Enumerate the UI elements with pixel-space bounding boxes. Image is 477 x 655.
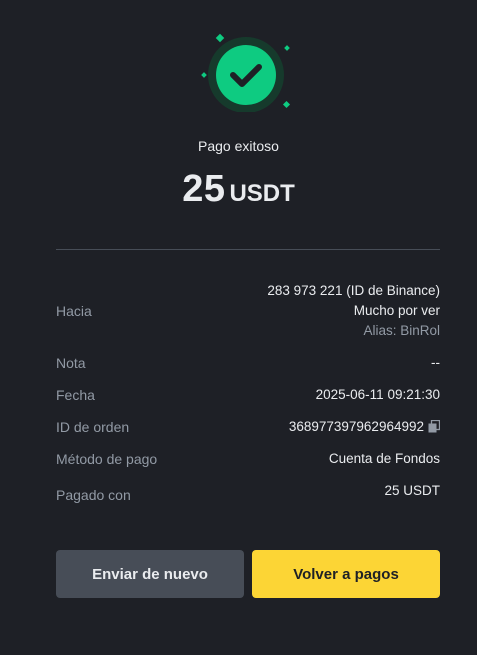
to-alias: Alias: BinRol bbox=[363, 323, 440, 338]
payment-method-value: Cuenta de Fondos bbox=[328, 451, 440, 466]
note-value: -- bbox=[431, 355, 440, 370]
payment-method-label: Método de pago bbox=[56, 451, 158, 467]
order-id-label: ID de orden bbox=[56, 419, 130, 435]
order-id-row: 368977397962964992 bbox=[289, 419, 440, 434]
to-name: Mucho por ver bbox=[353, 303, 440, 318]
success-check-icon bbox=[201, 33, 291, 112]
date-label: Fecha bbox=[56, 387, 95, 403]
to-label: Hacia bbox=[56, 303, 92, 319]
paid-with-label: Pagado con bbox=[56, 487, 131, 503]
divider bbox=[56, 249, 440, 250]
amount-value: 25 bbox=[182, 168, 226, 210]
paid-with-value: 25 USDT bbox=[384, 483, 440, 498]
note-label: Nota bbox=[56, 355, 86, 371]
status-title: Pago exitoso bbox=[198, 138, 279, 154]
back-to-payments-button[interactable]: Volver a pagos bbox=[252, 550, 440, 598]
copy-icon[interactable] bbox=[428, 420, 440, 433]
date-value: 2025-06-11 09:21:30 bbox=[315, 387, 440, 402]
amount-display: 25 USDT bbox=[0, 168, 477, 211]
order-id-value: 368977397962964992 bbox=[288, 419, 424, 434]
send-again-button[interactable]: Enviar de nuevo bbox=[56, 550, 244, 598]
to-binance-id: 283 973 221 (ID de Binance) bbox=[267, 283, 440, 298]
amount-currency: USDT bbox=[229, 180, 295, 207]
